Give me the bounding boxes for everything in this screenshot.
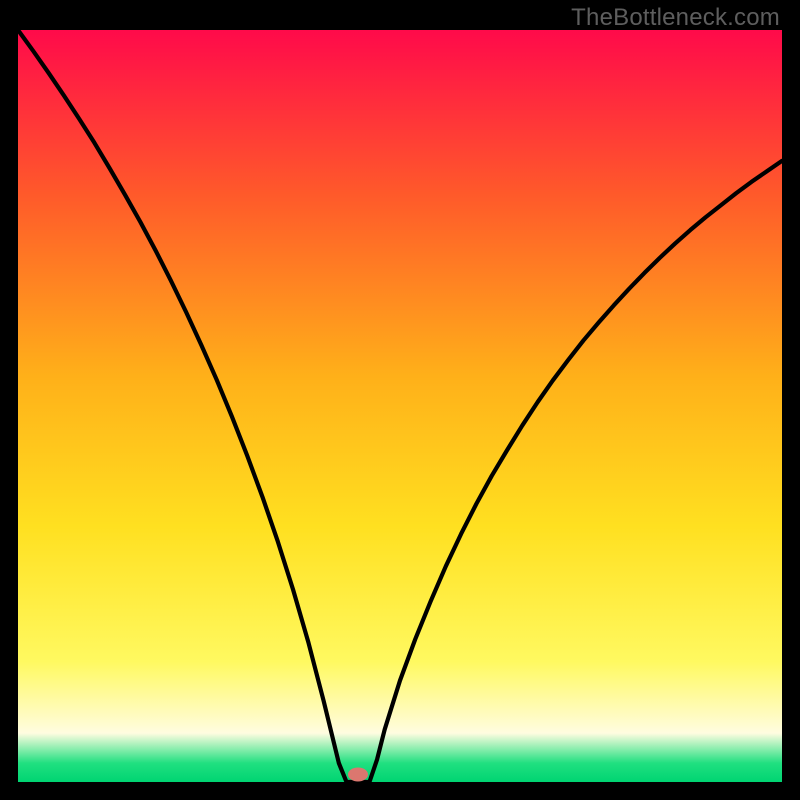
plot-area [18, 30, 782, 782]
chart-frame: TheBottleneck.com [0, 0, 800, 800]
watermark-text: TheBottleneck.com [571, 4, 780, 32]
optimal-point-marker [348, 767, 368, 781]
gradient-background [18, 30, 782, 782]
bottleneck-curve-chart [18, 30, 782, 782]
